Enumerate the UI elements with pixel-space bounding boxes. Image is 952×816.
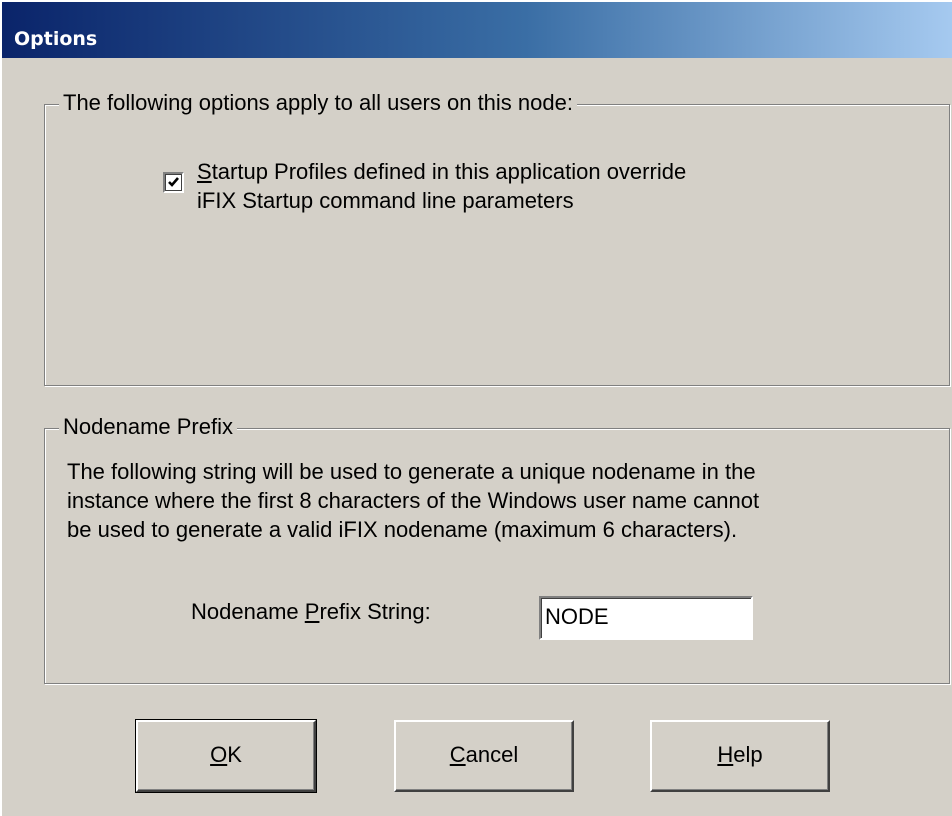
- nodename-prefix-description: The following string will be used to gen…: [67, 459, 760, 542]
- help-button[interactable]: Help: [650, 720, 830, 792]
- title-bar[interactable]: Options: [2, 2, 952, 58]
- all-users-groupbox: The following options apply to all users…: [44, 88, 950, 386]
- all-users-groupbox-legend: The following options apply to all users…: [59, 88, 577, 118]
- startup-profiles-override-label[interactable]: Startup Profiles defined in this applica…: [197, 157, 686, 215]
- nodename-prefix-string-label: Nodename Prefix String:: [191, 599, 431, 624]
- cancel-button[interactable]: Cancel: [394, 720, 574, 792]
- nodename-prefix-groupbox: Nodename Prefix The following string wil…: [44, 412, 950, 684]
- nodename-prefix-input[interactable]: NODE: [539, 596, 753, 640]
- startup-profiles-override-checkbox[interactable]: [163, 172, 184, 193]
- window-title: Options: [14, 28, 98, 50]
- checkmark-icon: [168, 177, 179, 187]
- nodename-prefix-groupbox-legend: Nodename Prefix: [59, 412, 237, 442]
- options-dialog: Options The following options apply to a…: [0, 0, 952, 816]
- ok-button[interactable]: OK: [135, 719, 317, 793]
